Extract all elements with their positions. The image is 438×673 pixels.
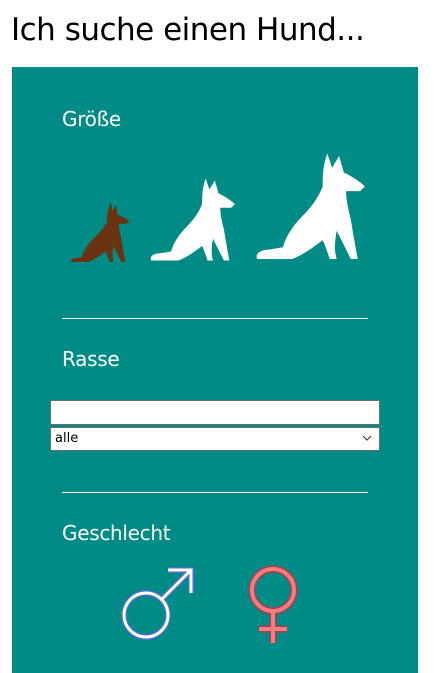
dog-medium-icon xyxy=(150,178,235,261)
dog-large-icon xyxy=(256,153,365,259)
female-symbol-icon xyxy=(248,565,298,643)
search-filter-panel: Größe Rasse alle Geschlecht xyxy=(12,67,418,673)
chevron-down-icon xyxy=(362,435,372,441)
divider xyxy=(62,492,368,493)
dog-large-button[interactable] xyxy=(250,149,372,266)
gender-label: Geschlecht xyxy=(62,521,171,545)
dog-medium-button[interactable] xyxy=(146,175,240,266)
page-title: Ich suche einen Hund... xyxy=(11,12,365,48)
breed-input[interactable] xyxy=(50,400,380,425)
gender-male-button[interactable] xyxy=(116,565,196,643)
breed-select[interactable]: alle xyxy=(50,427,380,451)
dog-small-button[interactable] xyxy=(64,200,134,266)
divider xyxy=(62,318,368,319)
breed-label: Rasse xyxy=(62,347,120,371)
dog-small-icon xyxy=(70,202,130,263)
gender-female-button[interactable] xyxy=(245,565,301,645)
breed-select-value: alle xyxy=(55,431,79,446)
male-symbol-icon xyxy=(121,567,194,640)
size-label: Größe xyxy=(62,107,121,131)
